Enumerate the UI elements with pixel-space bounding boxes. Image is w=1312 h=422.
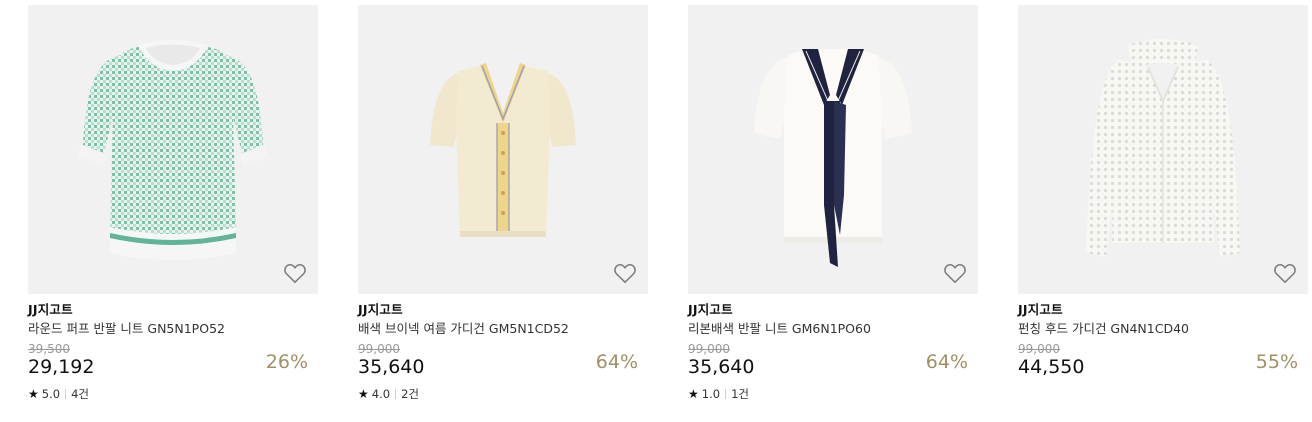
star-icon: ★ bbox=[688, 387, 699, 401]
discount-rate: 64% bbox=[925, 351, 968, 373]
rating-value: 1.0 bbox=[701, 387, 721, 401]
review-count: 2건 bbox=[401, 387, 419, 401]
review-count: 4건 bbox=[71, 387, 89, 401]
rating-row: ★ 4.0 2건 bbox=[358, 387, 648, 401]
product-image[interactable] bbox=[28, 5, 318, 294]
rating-row: ★ 1.0 1건 bbox=[688, 387, 978, 401]
discount-rate: 55% bbox=[1255, 351, 1298, 373]
divider bbox=[65, 389, 67, 399]
heart-outline-icon[interactable] bbox=[942, 260, 968, 286]
product-image[interactable] bbox=[358, 5, 648, 294]
sale-price: 29,192 bbox=[28, 356, 95, 378]
sale-price: 44,550 bbox=[1018, 356, 1085, 378]
rating-row: ★ 5.0 4건 bbox=[28, 387, 318, 401]
product-name[interactable]: 배색 브이넥 여름 가디건 GM5N1CD52 bbox=[358, 321, 648, 337]
heart-outline-icon[interactable] bbox=[612, 260, 638, 286]
product-name[interactable]: 리본배색 반팔 니트 GM6N1PO60 bbox=[688, 321, 978, 337]
divider bbox=[725, 389, 727, 399]
review-count: 1건 bbox=[731, 387, 749, 401]
product-card[interactable]: JJ지고트 리본배색 반팔 니트 GM6N1PO60 99,000 35,640… bbox=[688, 5, 978, 401]
product-image[interactable] bbox=[688, 5, 978, 294]
sale-price: 35,640 bbox=[688, 356, 755, 378]
product-grid: JJ지고트 라운드 퍼프 반팔 니트 GN5N1PO52 39,500 29,1… bbox=[0, 0, 1312, 422]
divider bbox=[395, 389, 397, 399]
price-row: 29,192 26% bbox=[28, 351, 318, 378]
rating-value: 4.0 bbox=[371, 387, 391, 401]
brand-name[interactable]: JJ지고트 bbox=[358, 302, 648, 318]
product-card[interactable]: JJ지고트 라운드 퍼프 반팔 니트 GN5N1PO52 39,500 29,1… bbox=[28, 5, 318, 401]
product-photo bbox=[430, 63, 576, 237]
price-row: 35,640 64% bbox=[688, 351, 978, 378]
star-icon: ★ bbox=[28, 387, 39, 401]
product-image[interactable] bbox=[1018, 5, 1308, 294]
discount-rate: 64% bbox=[595, 351, 638, 373]
product-photo bbox=[78, 40, 268, 260]
brand-name[interactable]: JJ지고트 bbox=[1018, 302, 1308, 318]
star-icon: ★ bbox=[358, 387, 369, 401]
heart-outline-icon[interactable] bbox=[282, 260, 308, 286]
sale-price: 35,640 bbox=[358, 356, 425, 378]
product-card[interactable]: JJ지고트 펀칭 후드 가디건 GN4N1CD40 99,000 44,550 … bbox=[1018, 5, 1308, 378]
discount-rate: 26% bbox=[265, 351, 308, 373]
rating-value: 5.0 bbox=[41, 387, 61, 401]
price-row: 35,640 64% bbox=[358, 351, 648, 378]
product-photo bbox=[754, 49, 912, 267]
heart-outline-icon[interactable] bbox=[1272, 260, 1298, 286]
product-photo bbox=[1086, 39, 1240, 257]
product-name[interactable]: 라운드 퍼프 반팔 니트 GN5N1PO52 bbox=[28, 321, 318, 337]
brand-name[interactable]: JJ지고트 bbox=[28, 302, 318, 318]
product-name[interactable]: 펀칭 후드 가디건 GN4N1CD40 bbox=[1018, 321, 1308, 337]
product-card[interactable]: JJ지고트 배색 브이넥 여름 가디건 GM5N1CD52 99,000 35,… bbox=[358, 5, 648, 401]
brand-name[interactable]: JJ지고트 bbox=[688, 302, 978, 318]
price-row: 44,550 55% bbox=[1018, 351, 1308, 378]
